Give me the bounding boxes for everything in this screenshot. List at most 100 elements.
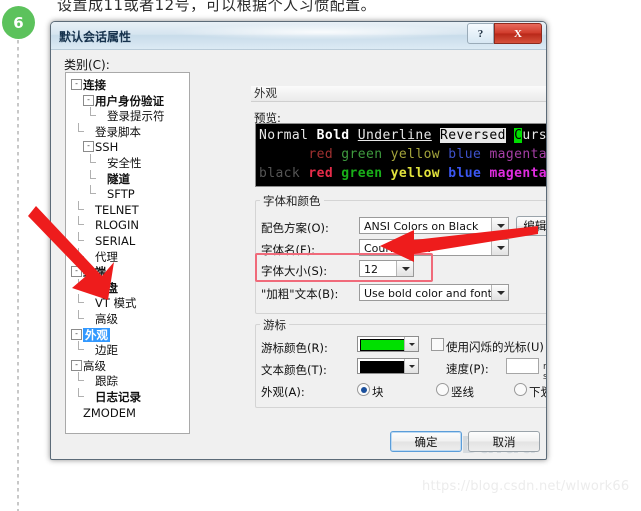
tree-item-RLOGIN[interactable]: RLOGIN bbox=[95, 218, 139, 232]
bold-text-combo[interactable]: Use bold color and font bbox=[359, 284, 509, 301]
chevron-down-icon[interactable] bbox=[491, 240, 508, 255]
tree-item-隧道[interactable]: 隧道 bbox=[107, 172, 130, 186]
tree-item-边距[interactable]: 边距 bbox=[95, 343, 118, 357]
preview-line-bold-colors: black red green yellow blue magenta cyan bbox=[259, 164, 547, 183]
tree-item-高级[interactable]: 高级 bbox=[83, 359, 106, 373]
fontsize-combo[interactable]: 12 bbox=[359, 260, 414, 277]
tree-guide bbox=[78, 278, 79, 288]
cursor-shape-underline-radio[interactable] bbox=[514, 383, 527, 396]
tree-guide bbox=[78, 216, 79, 226]
pane-header-bar bbox=[251, 86, 546, 102]
cursor-color-swatch[interactable] bbox=[357, 336, 419, 352]
tree-item-代理[interactable]: 代理 bbox=[95, 250, 118, 264]
cursor-group-title: 游标 bbox=[260, 317, 289, 333]
tree-guide bbox=[90, 154, 91, 163]
preview-token: green bbox=[341, 147, 383, 162]
category-label: 类别(C): bbox=[64, 58, 110, 72]
tree-item-SSH[interactable]: SSH bbox=[95, 140, 118, 154]
preview-token: ursor bbox=[522, 128, 547, 143]
tree-expander-高级[interactable]: - bbox=[71, 359, 82, 371]
chevron-down-icon[interactable] bbox=[396, 261, 413, 276]
tree-item-登录提示符[interactable]: 登录提示符 bbox=[107, 109, 165, 123]
tree-item-高级[interactable]: 高级 bbox=[95, 312, 118, 326]
cursor-appearance-label: 外观(A): bbox=[261, 385, 305, 399]
tree-guide bbox=[78, 200, 79, 210]
tree-item-ZMODEM[interactable]: ZMODEM bbox=[83, 406, 136, 420]
blink-speed-unit: milli-sec. bbox=[543, 362, 546, 382]
font-colors-group-title: 字体和颜色 bbox=[260, 193, 324, 209]
ok-button[interactable]: 确定 bbox=[390, 431, 462, 452]
blink-speed-input[interactable] bbox=[506, 358, 539, 374]
tree-guide bbox=[78, 388, 79, 397]
tree-item-TELNET[interactable]: TELNET bbox=[95, 203, 139, 217]
tree-item-日志记录[interactable]: 日志记录 bbox=[95, 390, 141, 404]
text-color-swatch[interactable] bbox=[357, 358, 419, 374]
pane-header-title: 外观 bbox=[254, 86, 277, 100]
tree-item-VT 模式[interactable]: VT 模式 bbox=[95, 296, 137, 310]
cursor-color-label: 游标颜色(R): bbox=[261, 341, 328, 355]
help-button[interactable]: ? bbox=[467, 23, 494, 44]
preview-token: red bbox=[308, 166, 334, 181]
tree-expander-外观[interactable]: - bbox=[71, 328, 82, 340]
chevron-down-icon[interactable] bbox=[404, 359, 418, 373]
preview-line-styles: Normal Bold Underline Reversed Cursor bbox=[259, 126, 547, 145]
fontname-value: Courier New bbox=[364, 242, 432, 255]
tree-item-终端[interactable]: 终端 bbox=[83, 265, 106, 279]
fontname-label: 字体名(F): bbox=[261, 243, 315, 257]
cursor-shape-vline-label: 竖线 bbox=[451, 385, 474, 399]
fontsize-label: 字体大小(S): bbox=[261, 264, 328, 278]
chevron-down-icon[interactable] bbox=[404, 337, 418, 351]
tree-guide bbox=[78, 341, 79, 351]
blink-cursor-checkbox[interactable] bbox=[431, 338, 444, 351]
preview-token: magenta bbox=[489, 166, 547, 181]
preview-token: yellow bbox=[390, 147, 441, 162]
tree-item-SERIAL[interactable]: SERIAL bbox=[95, 234, 135, 248]
session-properties-dialog: 默认会话属性 ? X 类别(C): - 连接 - 用户身份验证 登录提示符 登录脚本 - SS… bbox=[50, 21, 547, 460]
tree-expander-终端[interactable]: - bbox=[71, 266, 82, 278]
cursor-shape-block-label: 块 bbox=[372, 385, 384, 399]
tree-item-外观[interactable]: 外观 bbox=[83, 327, 110, 342]
preview-token: red bbox=[308, 147, 334, 162]
fontname-combo[interactable]: Courier New bbox=[359, 239, 509, 256]
tree-expander-SSH[interactable]: - bbox=[83, 141, 94, 153]
scheme-label: 配色方案(O): bbox=[261, 221, 329, 235]
preview-token: Normal bbox=[259, 128, 309, 143]
terminal-preview: Normal Bold Underline Reversed Cursor re… bbox=[255, 123, 547, 187]
tree-item-键盘[interactable]: 键盘 bbox=[95, 281, 118, 295]
preview-token: blue bbox=[448, 166, 482, 181]
tree-guide bbox=[90, 185, 91, 195]
cancel-button[interactable]: 取消 bbox=[468, 431, 540, 452]
tree-guide bbox=[78, 122, 79, 132]
category-tree[interactable]: - 连接 - 用户身份验证 登录提示符 登录脚本 - SSH 安全性 隧道 SFTP TELNET RL… bbox=[65, 72, 190, 434]
close-button[interactable]: X bbox=[494, 23, 542, 44]
preview-line-dim-colors: red green yellow blue magenta cyan bbox=[259, 145, 547, 164]
bold-text-value: Use bold color and font bbox=[364, 287, 492, 300]
edit-scheme-button[interactable]: 编辑(E)... bbox=[516, 216, 546, 236]
chevron-down-icon[interactable] bbox=[491, 285, 508, 300]
tree-item-连接[interactable]: 连接 bbox=[83, 78, 106, 92]
tree-expander-连接[interactable]: - bbox=[71, 79, 82, 90]
tree-expander-用户身份验证[interactable]: - bbox=[83, 94, 94, 106]
text-color-label: 文本颜色(T): bbox=[261, 363, 327, 377]
preview-token: Bold bbox=[316, 128, 350, 143]
tree-guide bbox=[78, 372, 79, 382]
text-color-chip bbox=[360, 361, 406, 373]
preview-token: Reversed bbox=[440, 128, 506, 143]
dialog-title: 默认会话属性 bbox=[59, 30, 132, 44]
fontsize-value: 12 bbox=[364, 263, 378, 276]
tree-item-用户身份验证[interactable]: 用户身份验证 bbox=[95, 94, 164, 108]
tree-guide bbox=[90, 169, 91, 179]
tree-item-SFTP[interactable]: SFTP bbox=[107, 187, 135, 201]
preview-token: magenta bbox=[489, 147, 547, 162]
tree-guide bbox=[78, 232, 79, 241]
tree-item-安全性[interactable]: 安全性 bbox=[107, 156, 142, 170]
tree-guide bbox=[78, 247, 79, 257]
cursor-shape-underline-label: 下划线 bbox=[529, 385, 546, 399]
tree-item-登录脚本[interactable]: 登录脚本 bbox=[95, 125, 141, 139]
tree-item-跟踪[interactable]: 跟踪 bbox=[95, 374, 118, 388]
scheme-combo[interactable]: ANSI Colors on Black bbox=[359, 217, 509, 234]
chevron-down-icon[interactable] bbox=[491, 218, 508, 233]
cursor-shape-block-radio[interactable] bbox=[357, 383, 370, 396]
cursor-shape-vline-radio[interactable] bbox=[436, 383, 449, 396]
step-number-badge: 6 bbox=[2, 6, 35, 39]
